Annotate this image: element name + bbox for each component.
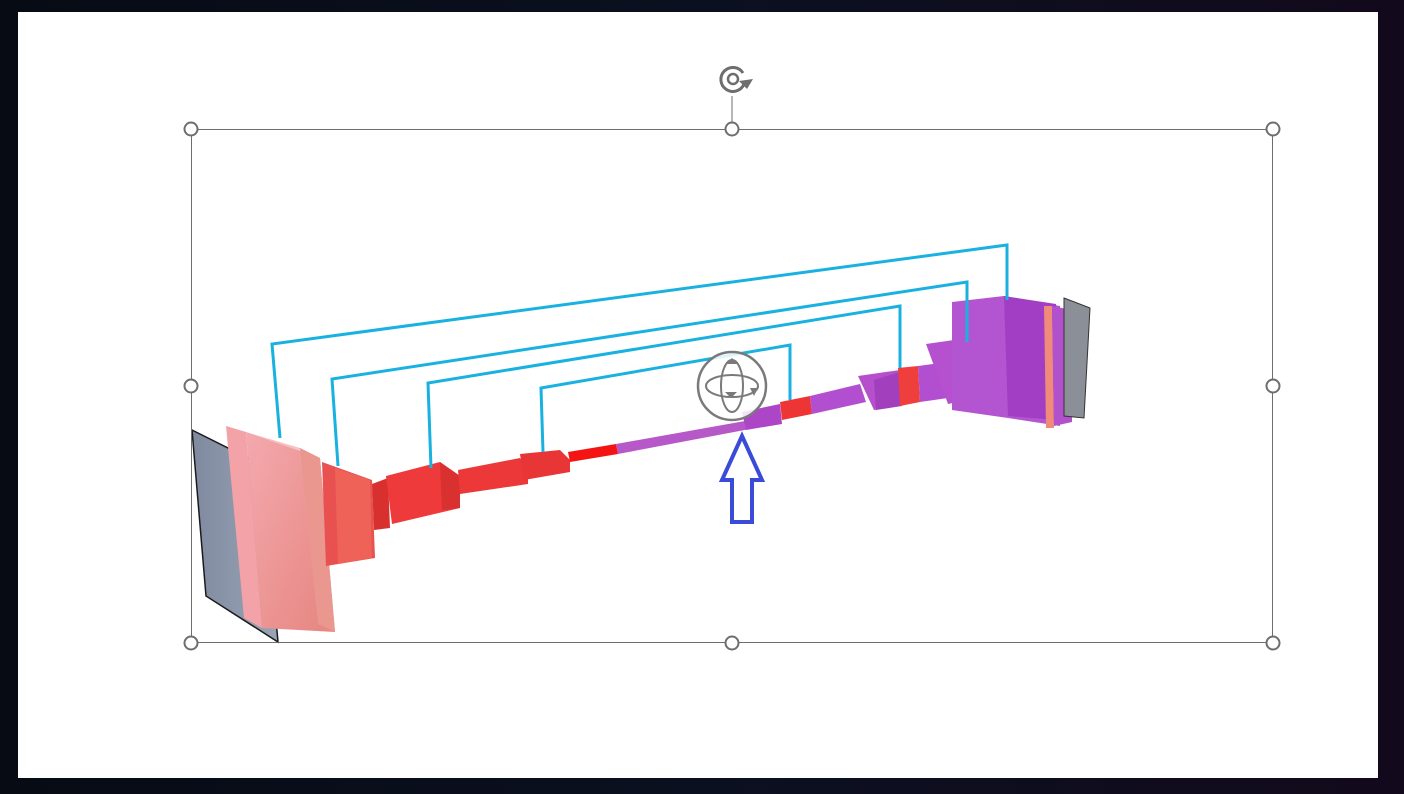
output-image-plane: [1063, 297, 1091, 419]
resize-handle-bottom-right[interactable]: [1265, 635, 1281, 651]
resize-handle-top-left[interactable]: [183, 121, 199, 137]
3d-rotate-icon[interactable]: [696, 350, 768, 422]
slide-drawing-layer: [183, 65, 1281, 651]
encoder-block-2: [322, 462, 375, 566]
resize-handle-bottom-center[interactable]: [724, 635, 740, 651]
resize-handle-middle-left[interactable]: [183, 378, 199, 394]
resize-handle-bottom-left[interactable]: [183, 635, 199, 651]
resize-handle-middle-right[interactable]: [1265, 378, 1281, 394]
unet-3d-model[interactable]: [191, 243, 1091, 644]
skip-connection-1: [270, 243, 1009, 439]
resize-handle-top-center[interactable]: [724, 121, 740, 137]
decoder-block-1: [858, 362, 948, 410]
encoder-block-4: [458, 450, 570, 494]
decoder-block-3: [952, 296, 1072, 428]
rotate-handle-icon[interactable]: [719, 65, 753, 93]
up-arrow-icon: [718, 431, 766, 524]
resize-handle-top-right[interactable]: [1265, 121, 1281, 137]
encoder-block-3: [372, 462, 460, 530]
skip-connections: [270, 243, 1009, 469]
bottleneck-red: [568, 444, 618, 462]
